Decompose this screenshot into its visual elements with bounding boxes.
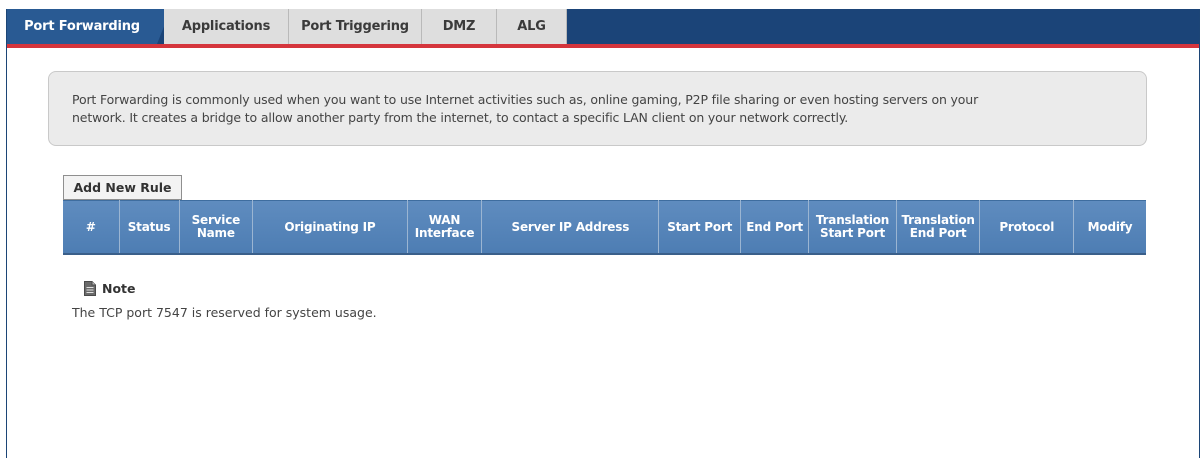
tab-dmz[interactable]: DMZ [422, 9, 497, 44]
note-title: Note [102, 280, 136, 296]
info-box: Port Forwarding is commonly used when yo… [48, 71, 1147, 146]
col-header-status: Status [119, 200, 180, 255]
col-header-originating-ip: Originating IP [252, 200, 408, 255]
tab-alg[interactable]: ALG [497, 9, 567, 44]
col-header-translation-end-port: Translation End Port [896, 200, 981, 255]
port-forwarding-rules-table: # Status Service Name Originating IP WAN… [63, 200, 1146, 255]
tab-port-triggering[interactable]: Port Triggering [289, 9, 422, 44]
info-text-line-1: Port Forwarding is commonly used when yo… [72, 92, 979, 107]
note-text: The TCP port 7547 is reserved for system… [72, 305, 377, 320]
col-header-translation-start-port: Translation Start Port [808, 200, 897, 255]
table-header-row: # Status Service Name Originating IP WAN… [63, 200, 1146, 255]
col-header-end-port: End Port [740, 200, 810, 255]
note-heading: Note [84, 279, 136, 297]
col-header-start-port: Start Port [658, 200, 741, 255]
info-text-line-2: network. It creates a bridge to allow an… [72, 110, 849, 125]
col-header-wan-interface: WAN Interface [407, 200, 483, 255]
col-header-modify: Modify [1073, 200, 1146, 255]
col-header-number: # [63, 200, 120, 255]
col-header-server-ip-address: Server IP Address [481, 200, 660, 255]
document-icon [84, 280, 96, 296]
tab-bar: Port Forwarding Applications Port Trigge… [7, 9, 1199, 44]
tab-port-forwarding[interactable]: Port Forwarding [7, 9, 157, 44]
add-new-rule-button[interactable]: Add New Rule [63, 175, 182, 200]
tab-bar-accent [7, 44, 1199, 48]
tab-applications[interactable]: Applications [164, 9, 289, 44]
col-header-service-name: Service Name [179, 200, 253, 255]
col-header-protocol: Protocol [979, 200, 1075, 255]
